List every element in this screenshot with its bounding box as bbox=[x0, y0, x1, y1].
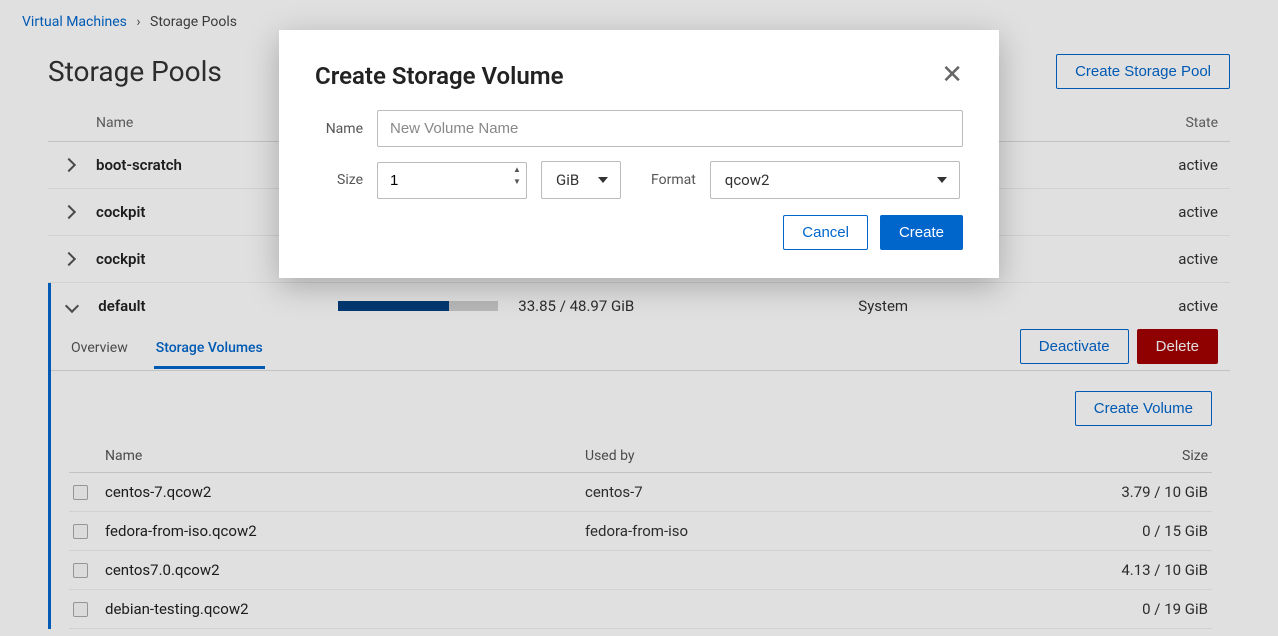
format-label: Format bbox=[651, 172, 696, 188]
create-volume-modal: Create Storage Volume ✕ Name Size ▲ ▼ Gi… bbox=[279, 30, 999, 278]
size-input[interactable] bbox=[377, 162, 527, 199]
caret-down-icon bbox=[598, 177, 608, 183]
name-label: Name bbox=[315, 121, 363, 137]
create-button[interactable]: Create bbox=[880, 215, 963, 250]
format-select[interactable]: qcow2 bbox=[710, 161, 960, 199]
spinner-down-icon[interactable]: ▼ bbox=[511, 178, 523, 190]
caret-down-icon bbox=[937, 177, 947, 183]
volume-name-input[interactable] bbox=[377, 110, 963, 147]
unit-value: GiB bbox=[556, 171, 579, 189]
cancel-button[interactable]: Cancel bbox=[783, 215, 868, 250]
spinner-up-icon[interactable]: ▲ bbox=[511, 166, 523, 178]
size-label: Size bbox=[315, 172, 363, 188]
close-icon[interactable]: ✕ bbox=[941, 62, 963, 88]
format-value: qcow2 bbox=[725, 171, 770, 189]
modal-title: Create Storage Volume bbox=[315, 62, 564, 90]
unit-select[interactable]: GiB bbox=[541, 161, 621, 199]
